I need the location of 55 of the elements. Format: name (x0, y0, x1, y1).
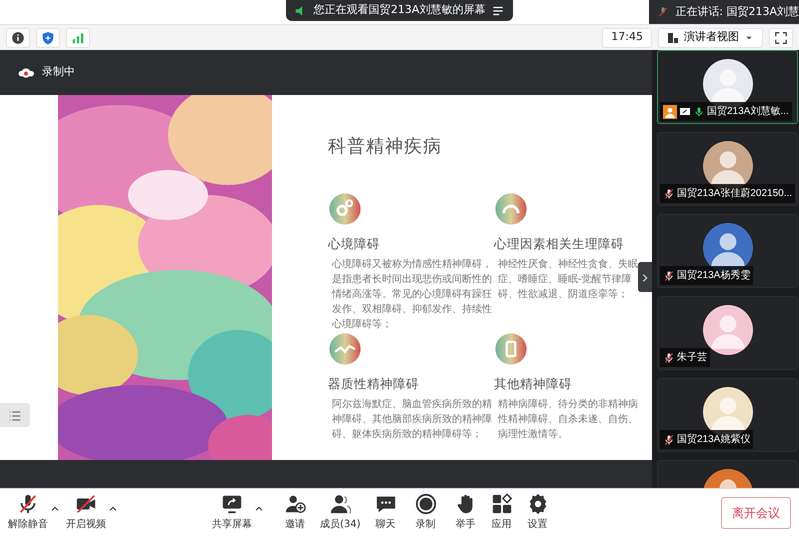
participant-name: 国贸213A张佳蔚202150... (677, 186, 792, 201)
screen-share-icon (221, 493, 243, 515)
speaking-text: 正在讲话: 国贸213A刘慧 (675, 4, 799, 20)
zigzag-icon (328, 332, 362, 366)
mic-muted-icon (657, 5, 670, 19)
toolbar-button[interactable]: 应用 (490, 493, 513, 532)
participant-name: 国贸213A姚紫仪 (677, 432, 750, 447)
info-button[interactable] (6, 28, 30, 48)
view-dropdown[interactable]: 演讲者视图 (658, 28, 763, 48)
fullscreen-button[interactable] (769, 28, 793, 48)
section-text: 阿尔兹海默症、脑血管疾病所致的精神障碍、其他脑部疾病所致的精神障碍、躯体疾病所致的精神障碍等； (332, 398, 492, 442)
mic-muted-icon (17, 493, 39, 515)
signal-bars-icon (71, 30, 85, 44)
section-text: 精神病障碍、待分类的非精神病性精神障碍、自杀未遂、自伤、病理性激情等。 (498, 398, 639, 442)
toolbar-button[interactable]: 成员(34) (320, 493, 361, 532)
section-heading: 心理因素相关生理障碍 (494, 236, 625, 251)
cup-icon (494, 332, 528, 366)
record-icon (414, 493, 437, 515)
settings-icon (526, 493, 549, 515)
camera-off-icon (75, 493, 97, 515)
info-icon (11, 30, 25, 44)
toolbar-button[interactable]: 聊天 (374, 493, 397, 532)
toolbar-button[interactable]: 共享屏幕 (212, 493, 252, 532)
participant-name: 国贸213A刘慧敏... (707, 104, 789, 119)
toolbar-button[interactable]: 邀请 (284, 493, 306, 532)
toolbar-button[interactable]: 设置 (526, 493, 549, 532)
leave-meeting-button[interactable]: 离开会议 (721, 496, 791, 528)
toolbar-button[interactable]: 举手 (454, 493, 477, 532)
apps-grid-icon (490, 493, 513, 515)
section-text: 心境障碍又被称为情感性精神障碍，是指患者长时间出现悲伤或间断性的情绪高涨等。常见的心境障碍有躁狂发作、双相障碍、抑郁发作、持续性心境障碍等； (332, 258, 492, 332)
section-heading: 心境障碍 (328, 236, 381, 251)
toolbar-button[interactable]: 解除静音 (8, 493, 48, 532)
fullscreen-icon (774, 30, 788, 44)
people-icon (329, 493, 352, 515)
participant-name: 朱子芸 (677, 350, 707, 365)
toolbar-button[interactable]: 开启视频 (66, 493, 106, 532)
banner-text: 您正在观看国贸213A刘慧敏的屏幕 (314, 2, 486, 18)
layout-icon (667, 32, 679, 44)
add-person-icon (284, 493, 306, 515)
participant-name: 国贸213A杨秀雯 (677, 268, 750, 283)
collapse-handle[interactable] (638, 262, 652, 292)
sidebar-toggle-button[interactable] (0, 403, 30, 427)
arc-icon (494, 192, 528, 226)
section-text: 神经性厌食、神经性贪食、失眠症、嗜睡症、睡眠-觉醒节律障碍、性欲减退、阴道痉挛等； (498, 258, 639, 302)
section-heading: 器质性精神障碍 (328, 376, 420, 391)
screen-share-icon (679, 106, 691, 118)
security-button[interactable] (36, 28, 60, 48)
chevron-right-icon (640, 272, 650, 283)
recording-label: 录制中 (42, 64, 75, 80)
section-heading: 其他精神障碍 (494, 376, 573, 391)
gear-icon (328, 192, 362, 226)
toolbar-button[interactable]: 录制 (414, 493, 437, 532)
slide-title: 科普精神疾病 (328, 135, 443, 159)
meeting-time: 17:45 (602, 28, 652, 48)
shield-icon (41, 30, 55, 44)
